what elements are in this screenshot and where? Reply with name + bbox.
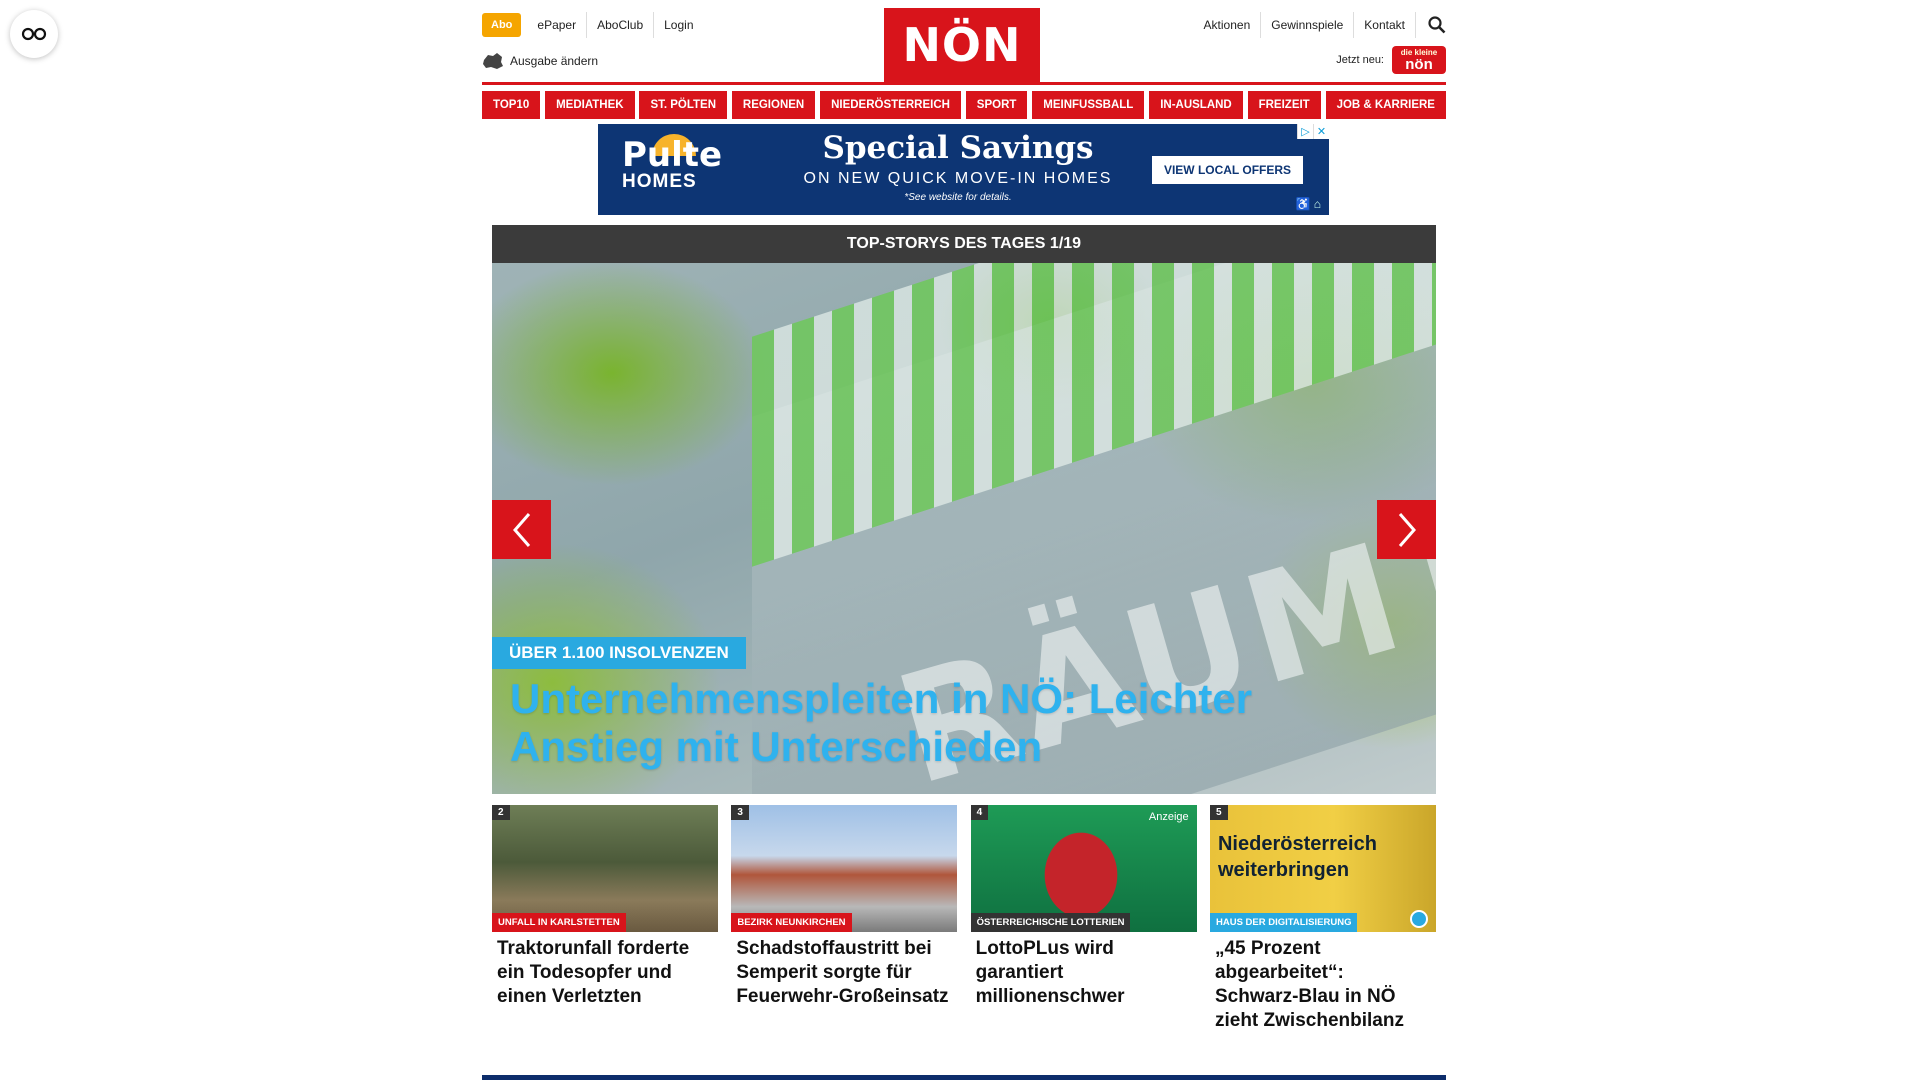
ad-headline: Special Savings ON NEW QUICK MOVE-IN HOM… <box>768 130 1148 203</box>
gewinnspiele-link[interactable]: Gewinnspiele <box>1260 12 1353 38</box>
ad-disclaimer: *See website for details. <box>904 192 1012 203</box>
teaser-title[interactable]: LottoPLus wird garantiert millionenschwe… <box>971 932 1197 1009</box>
aboclub-link[interactable]: AboClub <box>586 12 653 38</box>
nav-in-ausland[interactable]: IN-AUSLAND <box>1149 91 1243 119</box>
edition-label: Ausgabe ändern <box>510 54 599 68</box>
chevron-left-icon <box>512 512 530 547</box>
teaser-number: 5 <box>1209 805 1228 820</box>
epaper-link[interactable]: ePaper <box>527 12 586 38</box>
pulte-logo: Pulte HOMES <box>622 138 722 191</box>
nav-mediathek[interactable]: MEDIATHEK <box>545 91 635 119</box>
nav-st-poelten[interactable]: ST. PÖLTEN <box>639 91 728 119</box>
hero-kicker: ÜBER 1.100 INSOLVENZEN <box>492 637 746 669</box>
pulte-logo-top: Pulte <box>622 135 723 175</box>
ad-title: Special Savings <box>822 130 1094 166</box>
header-divider <box>482 82 1446 85</box>
slider-next-button[interactable] <box>1377 500 1436 559</box>
main-nav: TOP10 MEDIATHEK ST. PÖLTEN REGIONEN NIED… <box>482 91 1446 119</box>
accessibility-button[interactable] <box>10 10 58 58</box>
teaser-tag: ÖSTERREICHISCHE LOTTERIEN <box>970 913 1131 932</box>
teaser-card[interactable]: 2 UNFALL IN KARLSTETTEN Traktorunfall fo… <box>492 805 718 1033</box>
glasses-icon <box>21 27 47 41</box>
teaser-row: 2 UNFALL IN KARLSTETTEN Traktorunfall fo… <box>492 805 1436 1033</box>
header-left-links: Abo ePaper AboClub Login <box>482 12 704 38</box>
accessibility-housing-icons: ♿ ⌂ <box>1295 197 1321 211</box>
site-logo[interactable]: NÖN <box>884 8 1040 82</box>
teaser-card[interactable]: 4 Anzeige ÖSTERREICHISCHE LOTTERIEN Lott… <box>970 805 1197 1033</box>
header-right-links: Aktionen Gewinnspiele Kontakt <box>1194 12 1446 38</box>
teaser-image: 2 UNFALL IN KARLSTETTEN <box>492 805 718 932</box>
teaser-tag: UNFALL IN KARLSTETTEN <box>492 913 626 932</box>
die-kleine-noen-badge[interactable]: die kleine nön <box>1392 46 1446 74</box>
teaser-number: 2 <box>492 805 510 820</box>
nav-meinfussball[interactable]: MEINFUSSBALL <box>1032 91 1145 119</box>
aktionen-link[interactable]: Aktionen <box>1194 12 1261 38</box>
adchoices-icon[interactable]: ▷ <box>1297 124 1313 139</box>
hero-slider[interactable]: RÄUMT ÜBER 1.100 INSOLVENZEN Unternehmen… <box>492 263 1436 794</box>
jetzt-neu-label: Jetzt neu: <box>1336 54 1384 66</box>
edition-selector[interactable]: Ausgabe ändern <box>482 52 598 70</box>
nav-freizeit[interactable]: FREIZEIT <box>1247 91 1321 119</box>
hero-headline[interactable]: Unternehmenspleiten in NÖ: Leichter Anst… <box>510 675 1370 771</box>
kontakt-link[interactable]: Kontakt <box>1353 12 1415 38</box>
jetzt-neu: Jetzt neu: die kleine nön <box>1336 46 1446 74</box>
nav-job-karriere[interactable]: JOB & KARRIERE <box>1325 91 1446 119</box>
top-stories-header: TOP-STORYS DES TAGES 1/19 <box>492 225 1436 263</box>
login-link[interactable]: Login <box>653 12 703 38</box>
teaser-title[interactable]: Traktorunfall forderte ein Todesopfer un… <box>492 932 718 1009</box>
teaser-title[interactable]: „45 Prozent abgearbeitet“: Schwarz-Blau … <box>1210 932 1436 1033</box>
search-button[interactable] <box>1415 12 1446 38</box>
play-icon[interactable] <box>1409 910 1428 928</box>
lower-austria-map-icon <box>483 53 503 69</box>
teaser-tag: BEZIRK NEUNKIRCHEN <box>731 913 852 932</box>
nav-sport[interactable]: SPORT <box>965 91 1028 119</box>
ad-cta-button[interactable]: VIEW LOCAL OFFERS <box>1152 156 1303 184</box>
chevron-right-icon <box>1398 512 1416 547</box>
abo-button[interactable]: Abo <box>482 13 522 37</box>
ad-close-icon[interactable]: ✕ <box>1313 124 1329 139</box>
nav-top10[interactable]: TOP10 <box>482 91 541 119</box>
teaser-title[interactable]: Schadstoffaustritt bei Semperit sorgte f… <box>731 932 957 1009</box>
teaser-number: 4 <box>970 805 989 820</box>
teaser-number: 3 <box>731 805 749 820</box>
teaser-card[interactable]: 5 Niederösterreich weiterbringen HAUS DE… <box>1209 805 1436 1033</box>
teaser-image-text: Niederösterreich weiterbringen <box>1217 833 1377 881</box>
ad-label: Anzeige <box>1148 811 1189 823</box>
teaser-tag: HAUS DER DIGITALISIERUNG <box>1209 913 1358 932</box>
footer-bar <box>482 1075 1446 1080</box>
ad-choices: ▷ ✕ <box>1297 124 1329 139</box>
teaser-image: 3 BEZIRK NEUNKIRCHEN <box>731 805 958 932</box>
ad-banner[interactable]: Pulte HOMES Special Savings ON NEW QUICK… <box>598 124 1329 215</box>
slider-prev-button[interactable] <box>492 500 551 559</box>
nav-regionen[interactable]: REGIONEN <box>731 91 816 119</box>
teaser-card[interactable]: 3 BEZIRK NEUNKIRCHEN Schadstoffaustritt … <box>731 805 958 1033</box>
teaser-image: 4 Anzeige ÖSTERREICHISCHE LOTTERIEN <box>970 805 1197 932</box>
nav-niederoesterreich[interactable]: NIEDERÖSTERREICH <box>820 91 961 119</box>
ad-subline: ON NEW QUICK MOVE-IN HOMES <box>803 170 1113 187</box>
teaser-image: 5 Niederösterreich weiterbringen HAUS DE… <box>1209 805 1436 932</box>
badge-big-text: nön <box>1405 55 1433 73</box>
search-icon <box>1428 16 1446 34</box>
site-header: Abo ePaper AboClub Login Ausgabe ändern … <box>482 8 1446 84</box>
